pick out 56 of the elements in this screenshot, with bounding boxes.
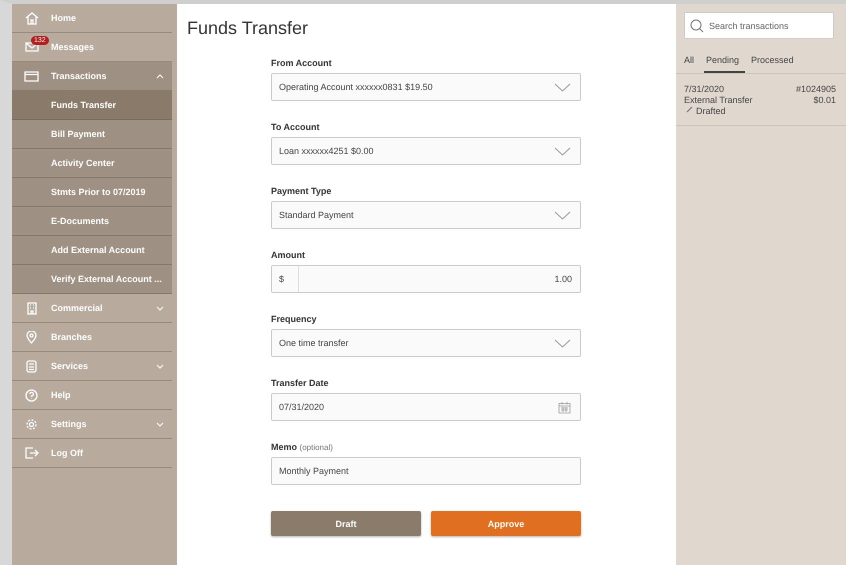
date-field[interactable]: 07/31/2020 bbox=[271, 393, 581, 421]
filter-tab[interactable]: All bbox=[682, 55, 700, 73]
chevron-down-icon bbox=[156, 364, 164, 368]
field-label: Memo bbox=[271, 442, 298, 452]
nav-subitem[interactable]: Stmts Prior to 07/2019 bbox=[12, 178, 172, 207]
transaction-amount: $0.01 bbox=[813, 95, 836, 106]
home-icon bbox=[24, 12, 38, 24]
dropdown-field[interactable]: Standard Payment bbox=[271, 201, 581, 229]
envelope-icon bbox=[24, 42, 38, 52]
settings-icon bbox=[25, 418, 38, 430]
transaction-date: 7/31/2020 bbox=[684, 84, 724, 95]
dropdown-field[interactable]: Loan xxxxxx4251 $0.00 bbox=[271, 137, 581, 165]
chevron-down-icon bbox=[554, 146, 571, 156]
memo-field[interactable]: Monthly Payment bbox=[271, 457, 581, 485]
nav-subitem[interactable]: Bill Payment bbox=[12, 120, 172, 149]
field-label: Amount bbox=[271, 250, 305, 260]
dropdown-field[interactable]: One time transfer bbox=[271, 329, 581, 357]
approve-button[interactable]: Approve bbox=[431, 511, 581, 536]
transaction-status: Drafted bbox=[696, 106, 726, 117]
chevron-up-icon bbox=[156, 74, 164, 78]
nav-subitem[interactable]: E-Documents bbox=[12, 207, 172, 236]
transaction-item[interactable]: 7/31/2020 #1024905 External Transfer $0.01 Drafted bbox=[676, 74, 846, 126]
search-field[interactable]: Search transactions bbox=[709, 13, 828, 38]
card-icon bbox=[24, 70, 39, 82]
pencil-icon bbox=[686, 106, 693, 113]
field-label: Frequency bbox=[271, 314, 317, 324]
chevron-down-icon bbox=[156, 422, 164, 426]
nav-subitem[interactable]: Add External Account bbox=[12, 236, 172, 265]
nav-subitem[interactable]: Verify External Account ... bbox=[12, 265, 172, 294]
transaction-number: #1024905 bbox=[796, 84, 836, 95]
building-icon bbox=[26, 302, 36, 314]
log-off-icon bbox=[24, 447, 38, 459]
nav-subitem[interactable]: Activity Center bbox=[12, 149, 172, 178]
calendar-icon bbox=[558, 400, 571, 414]
search-box[interactable]: Search transactions bbox=[684, 12, 834, 39]
draft-button[interactable]: Draft bbox=[271, 511, 421, 536]
transaction-description: External Transfer bbox=[684, 95, 753, 106]
filter-tab[interactable]: Pending bbox=[704, 55, 746, 73]
help-icon bbox=[25, 388, 38, 402]
search-icon bbox=[690, 18, 704, 32]
field-hint: (optional) bbox=[300, 443, 333, 452]
field-label: To Account bbox=[271, 122, 320, 132]
nav-subitem[interactable]: Funds Transfer bbox=[12, 91, 172, 120]
page-title: Funds Transfer bbox=[187, 18, 310, 39]
nav-item[interactable]: Transactions bbox=[12, 62, 172, 91]
amount-field[interactable]: $ 1.00 bbox=[271, 265, 581, 293]
chevron-down-icon bbox=[554, 338, 571, 348]
filter-tab[interactable]: Processed bbox=[749, 55, 800, 73]
field-label: Payment Type bbox=[271, 186, 332, 196]
field-label: Transfer Date bbox=[271, 378, 329, 388]
chevron-down-icon bbox=[554, 210, 571, 220]
field-label: From Account bbox=[271, 58, 332, 68]
map-pin-icon bbox=[26, 330, 37, 344]
chevron-down-icon bbox=[554, 82, 571, 92]
chevron-down-icon bbox=[156, 306, 164, 310]
dropdown-field[interactable]: Operating Account xxxxxx0831 $19.50 bbox=[271, 73, 581, 101]
